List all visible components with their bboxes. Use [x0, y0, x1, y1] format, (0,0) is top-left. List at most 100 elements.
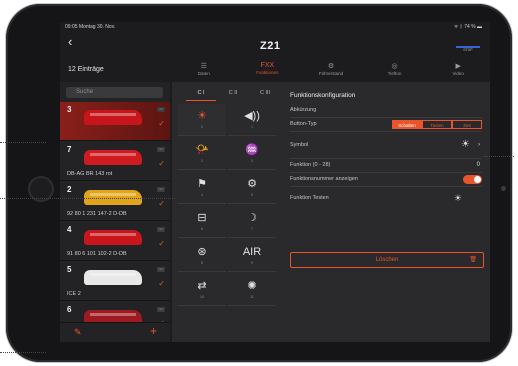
- add-icon[interactable]: +: [150, 324, 157, 338]
- loco-name: ICE 2: [67, 291, 81, 297]
- check-icon: ✓: [158, 279, 165, 288]
- function-index: 1: [251, 125, 253, 129]
- function-button[interactable]: AIR 9: [228, 240, 276, 272]
- segment-schalten[interactable]: Schalten: [392, 120, 422, 129]
- tab-icon: ◎: [391, 63, 398, 70]
- function-button[interactable]: ⊛ 8: [178, 240, 226, 272]
- function-index: 8: [201, 261, 203, 265]
- tab-icon: FXX: [260, 62, 275, 69]
- loco-name: 92 80 1 231 147-2 D-DB: [67, 211, 127, 217]
- callout-line: [0, 198, 175, 199]
- loco-image: [84, 230, 142, 245]
- tab-label: Tiefton: [387, 71, 402, 76]
- tab-icon: ⚙: [327, 63, 335, 70]
- function-icon: ☽: [247, 212, 257, 224]
- stop-button[interactable]: STOP: [456, 46, 480, 56]
- function-button[interactable]: ⊟ 6: [178, 206, 226, 238]
- function-index: 7: [251, 227, 253, 231]
- show-number-label: Funktionsnummer anzeigen: [290, 176, 358, 182]
- chevron-right-icon: ›: [478, 142, 480, 148]
- function-button[interactable]: ☀ 0: [178, 104, 226, 136]
- channel-tab-1[interactable]: C I: [186, 86, 216, 101]
- loco-address: 3: [67, 105, 72, 114]
- check-icon: ✓: [158, 119, 165, 128]
- tab-icon: ☰: [200, 63, 207, 70]
- abbr-row[interactable]: Abkürzung: [290, 104, 482, 118]
- button-type-row: Button-Typ Schalten Tasten Zeit: [290, 118, 482, 132]
- callout-line: [0, 142, 46, 143]
- tab-bar: ☰ Daten FXX Funktionen ⚙ Führerstand ◎ Tiefton ▶…: [172, 60, 490, 82]
- loco-address: 2: [67, 185, 72, 194]
- edit-icon[interactable]: ✎: [74, 327, 82, 338]
- function-icon: ⚑: [197, 178, 207, 190]
- function-button[interactable]: ⇄ 10: [178, 274, 226, 306]
- function-button[interactable]: ⚙ 5: [228, 172, 276, 204]
- function-index: 0: [201, 125, 203, 129]
- function-config: Funktionskonfiguration Abkürzung Button-…: [290, 92, 484, 268]
- test-lamp-icon[interactable]: ☀: [454, 187, 462, 209]
- loco-list-item[interactable]: 4 91 80 6 101 102-2 D-DB ▭ ✓: [60, 222, 170, 261]
- loco-list-item[interactable]: 5 ICE 2 ▭ ✓: [60, 262, 170, 301]
- segment-tasten[interactable]: Tasten: [422, 120, 452, 129]
- channel-tab-3[interactable]: C III: [250, 86, 280, 100]
- loco-type-badge: ▭: [157, 147, 165, 152]
- loco-list-item[interactable]: 3 ▭ ✓: [60, 102, 170, 141]
- symbol-preview-icon: ☀: [461, 139, 470, 150]
- tab-label: Video: [452, 71, 464, 76]
- function-button[interactable]: ♒ 3: [228, 138, 276, 170]
- function-button[interactable]: ☽ 7: [228, 206, 276, 238]
- entry-count: 12 Einträge: [68, 66, 104, 73]
- show-number-toggle[interactable]: [463, 175, 482, 184]
- sidebar-toolbar: ✎ +: [60, 322, 170, 342]
- loco-address: 7: [67, 145, 72, 154]
- tab-4[interactable]: ▶ Video: [426, 60, 490, 82]
- search-input[interactable]: Suche: [66, 87, 163, 98]
- show-number-row: Funktionsnummer anzeigen: [290, 173, 482, 187]
- loco-list-item[interactable]: 2 92 80 1 231 147-2 D-DB ▭ ✓: [60, 182, 170, 221]
- function-panel: C IC II C III ☀ 0 ◀)) 1 📯 2 ♒ 3 ⚑ 4 ⚙ 5 ⊟ 6 ☽ 7 ⊛ 8 AIR 9 ⇄ 10 ✺…: [172, 82, 490, 342]
- delete-button[interactable]: Löschen 🗑: [290, 252, 484, 268]
- tab-label: Funktionen: [256, 70, 279, 75]
- function-number-row[interactable]: Funktion (0 - 28) 0: [290, 159, 482, 173]
- tab-0[interactable]: ☰ Daten: [172, 60, 236, 82]
- function-index: 11: [250, 295, 254, 299]
- function-icon: AIR: [242, 246, 262, 258]
- loco-address: 4: [67, 225, 72, 234]
- function-index: 3: [251, 159, 253, 163]
- tablet-frame: 09:05 Montag 30. Nov. ᯤ ᛒ 74 % ▬ ‹ Z21 S…: [6, 4, 512, 362]
- segment-zeit[interactable]: Zeit: [452, 120, 482, 129]
- tab-label: Führerstand: [318, 71, 344, 76]
- channel-tab-2[interactable]: C II: [218, 86, 248, 100]
- function-button[interactable]: 📯 2: [178, 138, 226, 170]
- function-number-value: 0: [476, 162, 480, 168]
- app-logo: Z21: [260, 40, 281, 52]
- function-icon: ⊛: [197, 246, 207, 258]
- loco-list-item[interactable]: 7 DB-AG BR 143 rot ▭ ✓: [60, 142, 170, 181]
- loco-type-badge: ▭: [157, 187, 165, 192]
- tab-label: Daten: [197, 71, 210, 76]
- symbol-row[interactable]: Symbol ☀ ›: [290, 132, 482, 159]
- loco-sidebar: Suche 3 ▭ ✓ 7 DB-AG BR 143 rot ▭ ✓ 2 92 80 1 231…: [60, 82, 170, 342]
- function-icon: ♒: [245, 144, 259, 156]
- function-button[interactable]: ✺ 11: [228, 274, 276, 306]
- loco-type-badge: ▭: [157, 227, 165, 232]
- tab-3[interactable]: ◎ Tiefton: [363, 60, 427, 82]
- test-row: Funktion Testen ☀: [290, 187, 482, 209]
- loco-type-badge: ▭: [157, 107, 165, 112]
- loco-type-badge: ▭: [157, 307, 165, 312]
- function-button[interactable]: ⚑ 4: [178, 172, 226, 204]
- config-heading: Funktionskonfiguration: [290, 92, 356, 99]
- tab-icon: ▶: [455, 63, 461, 70]
- function-button[interactable]: ◀)) 1: [228, 104, 276, 136]
- button-type-label: Button-Typ: [290, 121, 317, 127]
- tab-2[interactable]: ⚙ Führerstand: [299, 60, 363, 82]
- function-index: 10: [200, 295, 204, 299]
- back-icon[interactable]: ‹: [68, 34, 72, 49]
- function-number-label: Funktion (0 - 28): [290, 162, 331, 168]
- loco-image: [84, 150, 142, 165]
- camera-dot: [501, 186, 506, 191]
- loco-address: 6: [67, 305, 72, 314]
- abbr-label: Abkürzung: [290, 107, 317, 113]
- function-icon: ✺: [247, 280, 257, 292]
- tab-1[interactable]: FXX Funktionen: [236, 60, 300, 82]
